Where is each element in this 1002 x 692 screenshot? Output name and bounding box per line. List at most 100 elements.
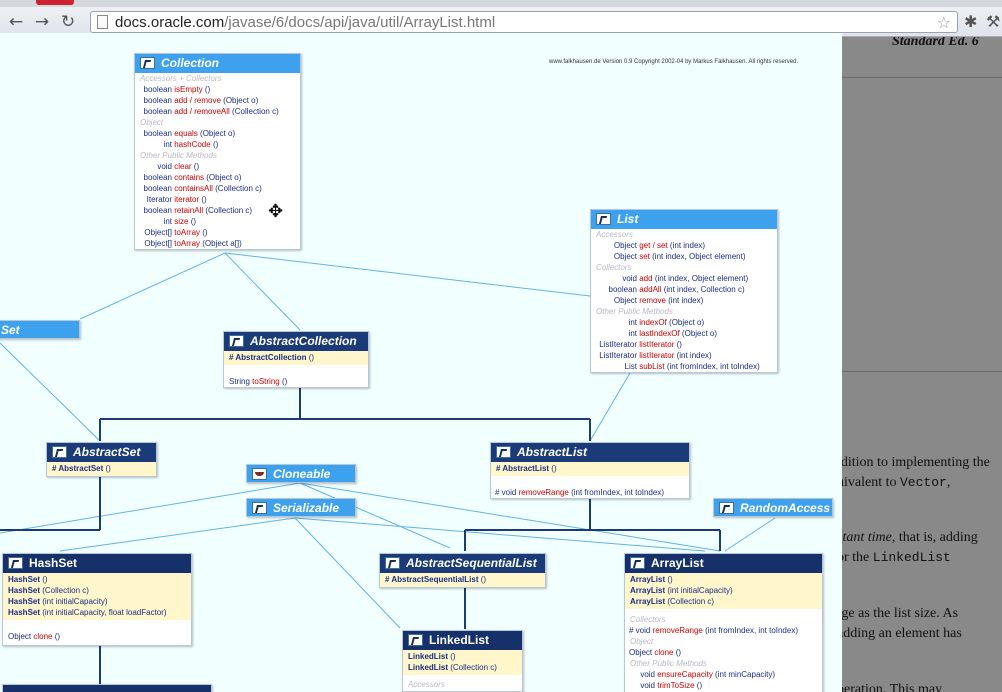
method-row[interactable]: boolean equals (Object o)	[135, 128, 300, 139]
constructor-row[interactable]: ArrayList (Collection c)	[630, 596, 817, 607]
constructor-row[interactable]: HashSet (int initialCapacity, float load…	[8, 607, 186, 618]
docs-line: peration. This may	[842, 682, 943, 692]
interface-icon	[596, 213, 611, 225]
list-title: List	[617, 212, 639, 226]
constructor-row[interactable]: # AbstractSet ()	[47, 462, 156, 476]
class-icon	[408, 634, 423, 646]
collection-header[interactable]: Collection	[135, 54, 300, 73]
constructor-row[interactable]: HashSet (int initialCapacity)	[8, 596, 186, 607]
method-row[interactable]: Object[] toArray ()	[135, 227, 300, 238]
cloneable-interface-tag[interactable]: Cloneable	[246, 464, 356, 483]
linked-list-box[interactable]: LinkedList LinkedList () LinkedList (Col…	[402, 630, 523, 692]
abstract-collection-header[interactable]: AbstractCollection	[224, 332, 368, 351]
interface-icon	[252, 502, 267, 514]
coffee-cup-icon	[252, 468, 267, 480]
constructor-row[interactable]: ArrayList (int initialCapacity)	[630, 585, 817, 596]
abstract-sequential-list-title: AbstractSequentialList	[406, 556, 537, 570]
method-row[interactable]: boolean add / removeAll (Collection c)	[135, 106, 300, 117]
section-label: Object	[140, 118, 164, 127]
method-row[interactable]: void add (int index, Object element)	[591, 273, 777, 284]
method-row[interactable]: Object clone ()	[3, 631, 191, 645]
class-icon	[229, 335, 244, 347]
class-icon	[496, 446, 511, 458]
star-icon[interactable]: ☆	[937, 13, 951, 32]
serializable-interface-tag[interactable]: Serializable	[246, 498, 356, 517]
method-row[interactable]: int hashCode ()	[135, 139, 300, 150]
method-row[interactable]: int indexOf (Object o)	[591, 317, 777, 328]
hash-set-header[interactable]: HashSet	[3, 554, 191, 573]
method-row[interactable]: # void removeRange (int fromIndex, int t…	[625, 625, 822, 636]
constructor-row[interactable]: # AbstractSequentialList ()	[380, 573, 545, 587]
active-tab[interactable]	[36, 0, 74, 5]
abstract-collection-box[interactable]: AbstractCollection # AbstractCollection …	[223, 331, 369, 388]
section-label: Collectors	[630, 615, 666, 624]
docs-line: stant time, that is, adding	[842, 530, 978, 545]
abstract-set-header[interactable]: AbstractSet	[47, 443, 156, 462]
interface-icon	[719, 502, 734, 514]
tree-set-box-partial[interactable]	[2, 684, 212, 692]
class-icon	[8, 557, 23, 569]
hash-set-box[interactable]: HashSet HashSet () HashSet (Collection c…	[2, 553, 192, 646]
constructor-row[interactable]: LinkedList ()	[408, 651, 517, 662]
method-row[interactable]: ListIterator listIterator ()	[591, 339, 777, 350]
method-row[interactable]: boolean containsAll (Collection c)	[135, 183, 300, 194]
copyright-text: www.falkhausen.de Version 0.9 Copyright …	[549, 59, 799, 65]
abstract-sequential-list-header[interactable]: AbstractSequentialList	[380, 554, 545, 573]
list-header[interactable]: List	[591, 210, 777, 229]
method-row[interactable]: void trimToSize ()	[625, 680, 822, 691]
method-row[interactable]: Object clone ()	[625, 647, 822, 658]
docs-line: uivalent to Vector,	[842, 475, 951, 490]
constructor-row[interactable]: HashSet (Collection c)	[8, 585, 186, 596]
divider	[842, 77, 1002, 78]
collections-diagram[interactable]: www.falkhausen.de Version 0.9 Copyright …	[0, 33, 842, 692]
abstract-list-box[interactable]: AbstractList # AbstractList () # void re…	[490, 442, 690, 499]
method-row[interactable]: Object set (int index, Object element)	[591, 251, 777, 262]
method-row[interactable]: void clear ()	[135, 161, 300, 172]
constructor-row[interactable]: ArrayList ()	[630, 574, 817, 585]
list-interface-box[interactable]: List Accessors Object get / set (int ind…	[590, 209, 778, 373]
section-label: Other Public Methods	[596, 307, 673, 316]
method-row[interactable]: List subList (int fromIndex, int toIndex…	[591, 361, 777, 372]
set-interface-tag[interactable]: Set	[0, 320, 80, 339]
constructor-row[interactable]: HashSet ()	[8, 574, 186, 585]
array-list-header[interactable]: ArrayList	[625, 554, 822, 573]
url-path: /javase/6/docs/api/java/util/ArrayList.h…	[224, 14, 496, 31]
divider	[842, 371, 1002, 372]
method-row[interactable]: String toString ()	[224, 376, 368, 387]
puzzle-icon[interactable]: ✱	[964, 12, 977, 32]
array-list-box[interactable]: ArrayList ArrayList () ArrayList (int in…	[624, 553, 823, 692]
arrow-left-icon[interactable]: ←	[6, 12, 26, 32]
abstract-set-box[interactable]: AbstractSet # AbstractSet ()	[46, 442, 157, 477]
method-row[interactable]: Object remove (int index)	[591, 295, 777, 306]
section-label: Other Public Methods	[630, 659, 707, 668]
arrow-right-icon[interactable]: →	[32, 12, 52, 32]
reload-icon[interactable]: ↻	[58, 12, 78, 32]
constructor-row[interactable]: LinkedList (Collection c)	[408, 662, 517, 673]
method-row[interactable]: # void removeRange (int fromIndex, int t…	[491, 487, 689, 498]
method-row[interactable]: int lastIndexOf (Object o)	[591, 328, 777, 339]
abstract-list-header[interactable]: AbstractList	[491, 443, 689, 462]
linked-list-header[interactable]: LinkedList	[403, 631, 522, 650]
random-access-title: RandomAccess	[740, 501, 831, 515]
constructor-row[interactable]: # AbstractList ()	[491, 462, 689, 476]
method-row[interactable]: boolean isEmpty ()	[135, 84, 300, 95]
section-label: Accessors + Collectors	[140, 74, 222, 83]
method-row[interactable]: Object[] toArray (Object a[])	[135, 238, 300, 249]
method-row[interactable]: Object get / set (int index)	[591, 240, 777, 251]
partial-header[interactable]	[3, 685, 211, 692]
method-row[interactable]: boolean add / remove (Object o)	[135, 95, 300, 106]
section-label: Accessors	[596, 230, 633, 239]
address-bar[interactable]: docs.oracle.com/javase/6/docs/api/java/u…	[90, 11, 958, 33]
random-access-interface-tag[interactable]: RandomAccess	[713, 498, 833, 517]
method-row[interactable]: void ensureCapacity (int minCapacity)	[625, 669, 822, 680]
wrench-icon[interactable]: ⚒	[986, 12, 1000, 32]
method-row[interactable]: boolean addAll (int index, Collection c)	[591, 284, 777, 295]
api-docs-page: Standard Ed. 6 ldition to implementing t…	[842, 37, 1002, 692]
move-cursor-icon: ✥	[268, 201, 284, 222]
abstract-sequential-list-box[interactable]: AbstractSequentialList # AbstractSequent…	[379, 553, 546, 588]
constructor-row[interactable]: # AbstractCollection ()	[224, 351, 368, 365]
constructors: ArrayList () ArrayList (int initialCapac…	[625, 573, 822, 609]
method-row[interactable]: boolean contains (Object o)	[135, 172, 300, 183]
method-row[interactable]: ListIterator listIterator (int index)	[591, 350, 777, 361]
section-label: Other Public Methods	[140, 151, 217, 160]
